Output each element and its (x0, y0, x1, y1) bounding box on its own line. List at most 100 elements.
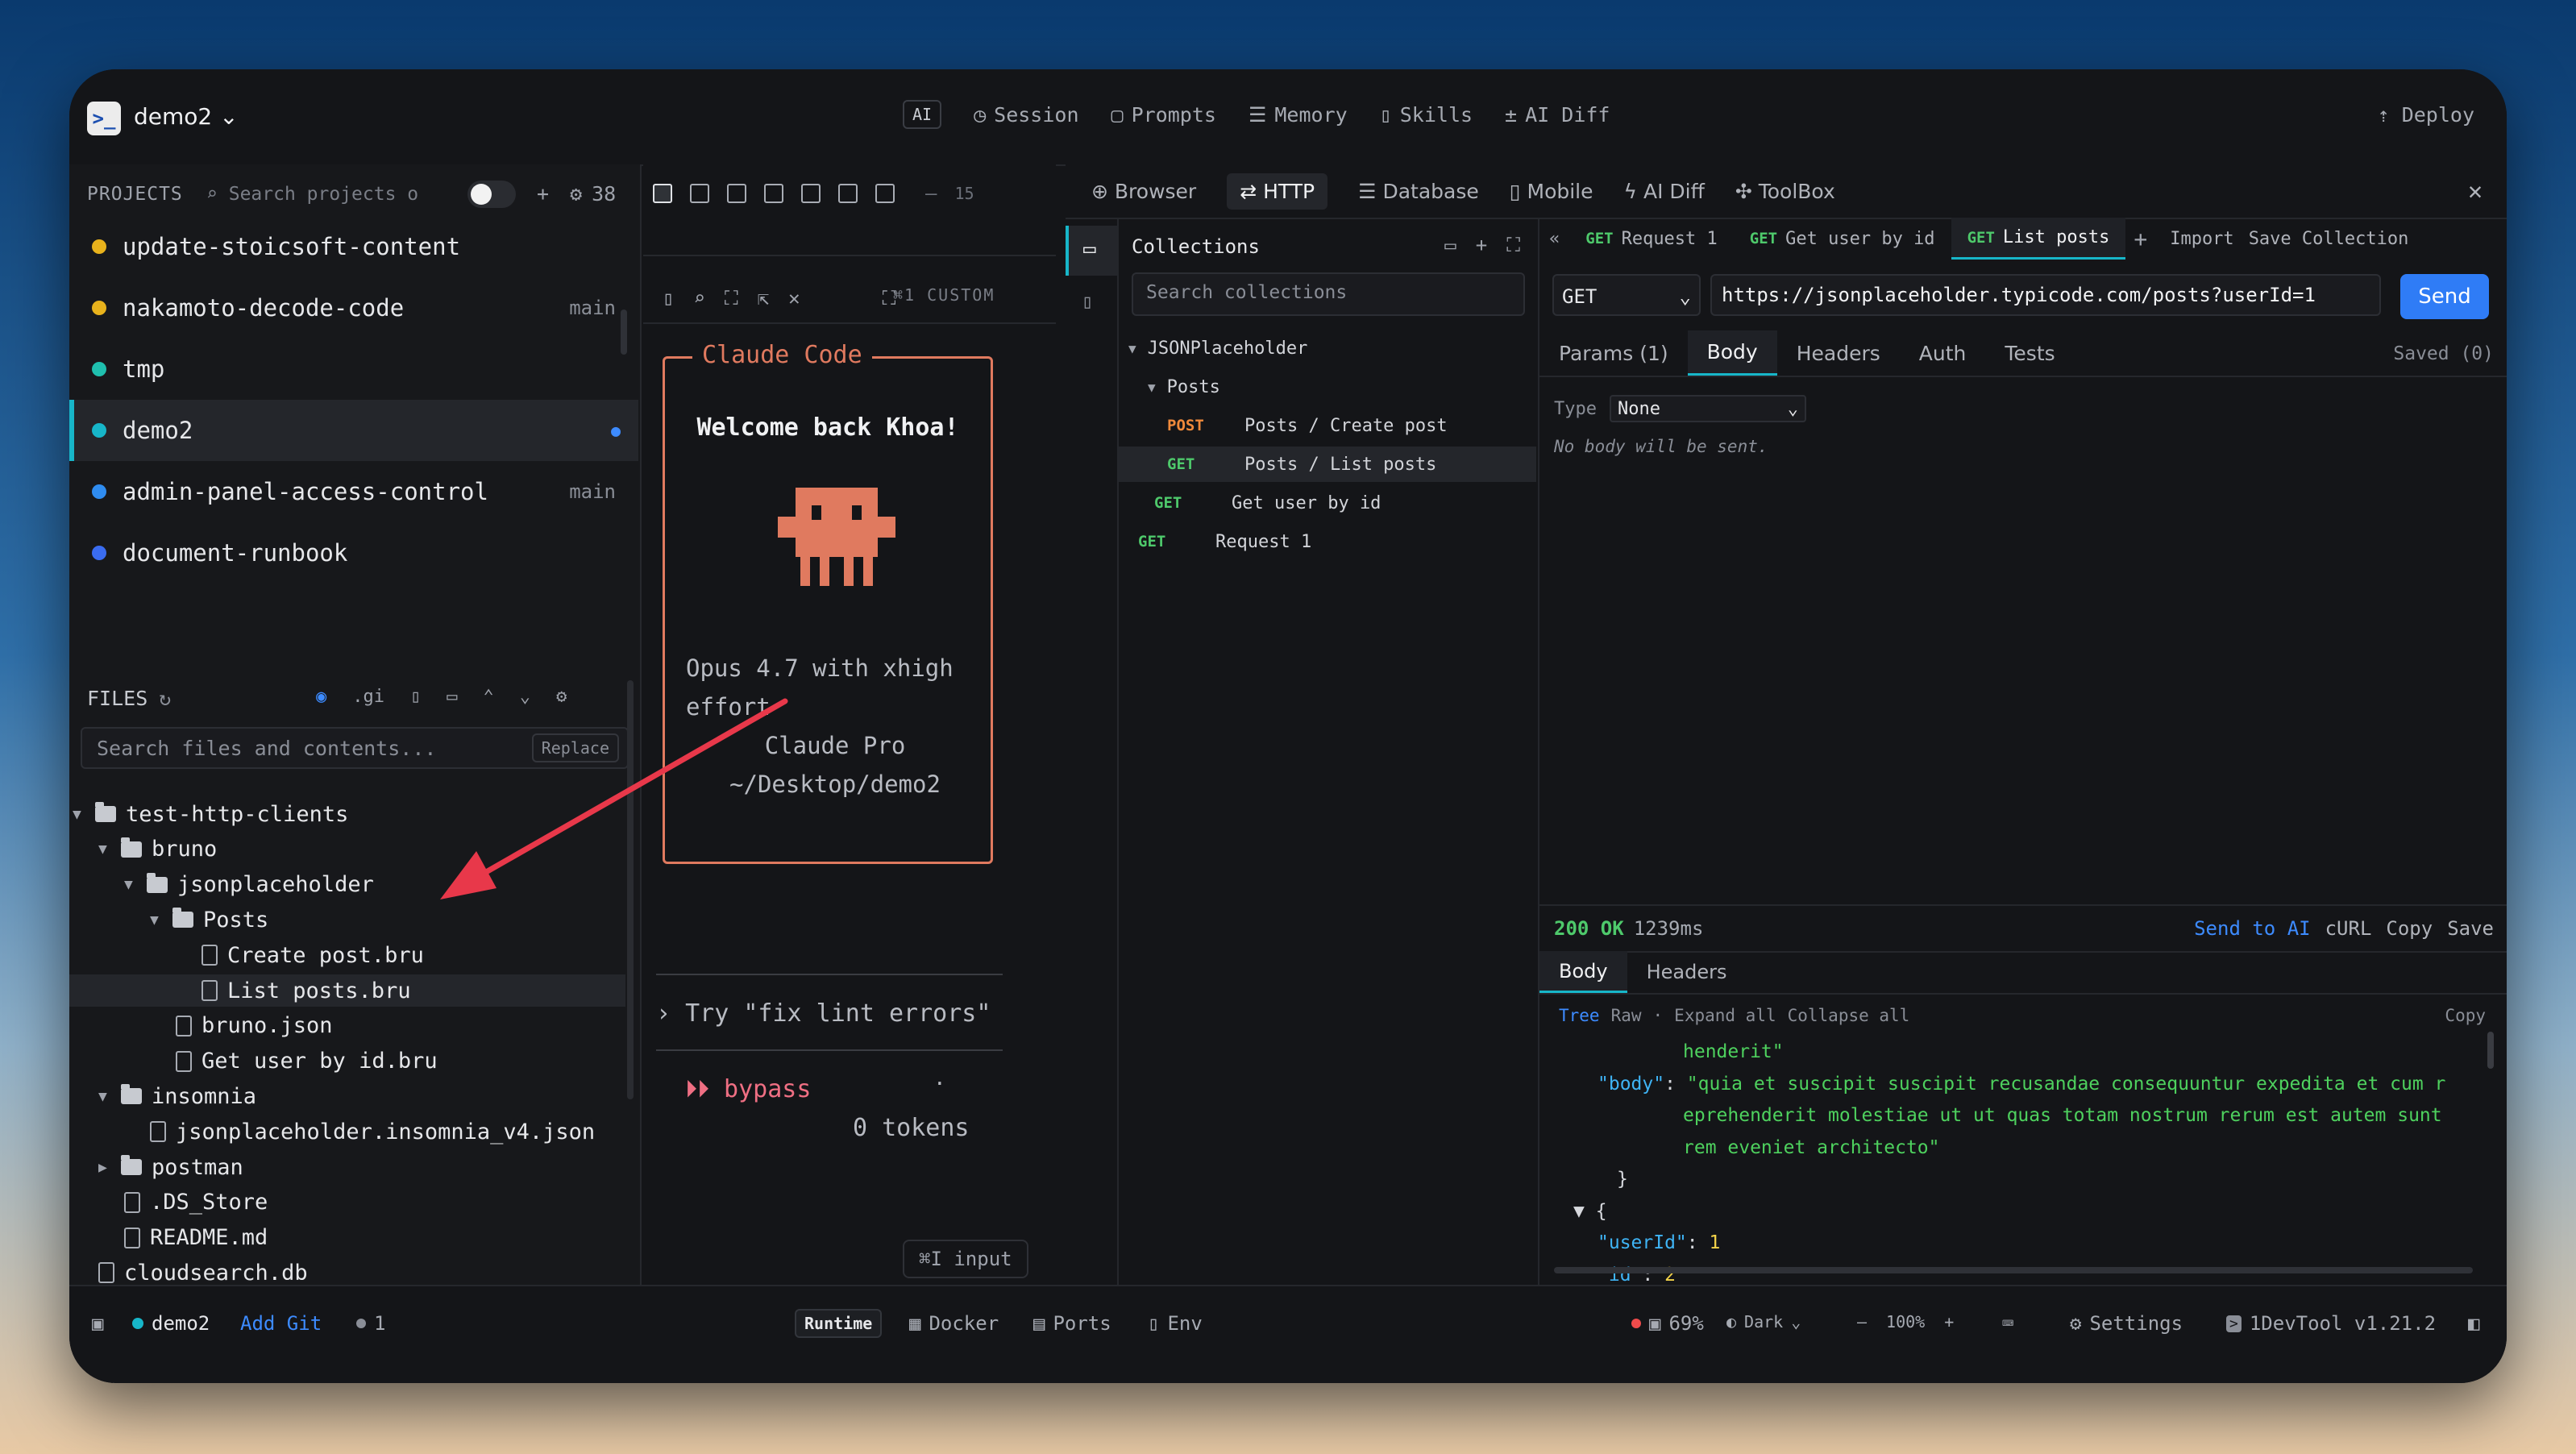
collection-request[interactable]: GET Request 1 (1119, 524, 1536, 559)
popout-icon[interactable]: ⇱ (758, 287, 769, 309)
tree-folder[interactable]: ▼ Posts (69, 904, 625, 936)
tab-toolbox[interactable]: ✣ ToolBox (1735, 180, 1835, 203)
collection-folder[interactable]: ▼ Posts (1119, 369, 1536, 405)
tree-file[interactable]: jsonplaceholder.insomnia_v4.json (69, 1115, 625, 1148)
sidebar-toggle-icon[interactable]: ▣ (92, 1312, 103, 1335)
tab-ai-diff[interactable]: ϟ AI Diff (1624, 180, 1705, 203)
refresh-icon[interactable]: ↻ (159, 687, 171, 710)
tab-body[interactable]: Body (1687, 330, 1777, 376)
grid-layout-icon[interactable] (653, 184, 672, 203)
trash-icon[interactable]: ▯ (663, 287, 674, 309)
project-search-input[interactable]: ⌕ Search projects o (206, 184, 418, 205)
settings-button[interactable]: ⚙ Settings (2070, 1312, 2183, 1335)
new-file-icon[interactable]: ▯ (410, 687, 421, 707)
collections-search-input[interactable]: Search collections (1132, 272, 1525, 316)
tab-browser[interactable]: ⊕ Browser (1091, 180, 1196, 203)
rows-layout-icon[interactable] (727, 184, 746, 203)
expand-all-button[interactable]: Expand all (1674, 1006, 1776, 1025)
tree-folder[interactable]: ▼ insomnia (69, 1080, 625, 1112)
deploy-button[interactable]: ⇡ Deploy (2378, 103, 2474, 127)
collection-folder[interactable]: ▼ JSONPlaceholder (1119, 330, 1536, 366)
collapse-panel-icon[interactable]: « (1539, 229, 1569, 249)
side-layout-icon[interactable] (875, 184, 895, 203)
collection-request[interactable]: GET Get user by id (1119, 485, 1536, 521)
files-scrollbar[interactable] (627, 680, 634, 1099)
save-collection-button[interactable]: Save Collection (2249, 229, 2409, 249)
project-switcher[interactable]: demo2 ⌄ (134, 103, 239, 130)
search-icon[interactable]: ⌕ (693, 287, 704, 309)
project-item[interactable]: document-runbook (69, 522, 634, 584)
tab-response-body[interactable]: Body (1539, 951, 1627, 993)
columns-layout-icon[interactable] (690, 184, 709, 203)
project-item[interactable]: demo2 ● (69, 400, 638, 461)
copy-button[interactable]: Copy (2386, 917, 2433, 940)
ai-badge[interactable]: AI (903, 100, 942, 129)
tab-auth[interactable]: Auth (1900, 330, 1986, 376)
tree-file[interactable]: bruno.json (69, 1010, 625, 1042)
send-to-ai-button[interactable]: Send to AI (2194, 917, 2311, 940)
project-item[interactable]: update-stoicsoft-content (69, 216, 634, 277)
url-input[interactable]: https://jsonplaceholder.typicode.com/pos… (1710, 274, 2381, 316)
gitignore-toggle[interactable]: .gi (352, 687, 384, 707)
tree-file[interactable]: Get user by id.bru (69, 1045, 625, 1078)
tab-mobile[interactable]: ▯ Mobile (1510, 180, 1593, 203)
tab-tests[interactable]: Tests (1985, 330, 2074, 376)
nav-prompts[interactable]: ▢ Prompts (1111, 103, 1216, 127)
add-tab-icon[interactable]: + (2125, 226, 2155, 252)
tree-folder[interactable]: ▼ test-http-clients (69, 798, 625, 830)
tree-view-button[interactable]: Tree (1559, 1006, 1600, 1025)
method-select[interactable]: GET ⌄ (1552, 274, 1701, 316)
input-button[interactable]: ⌘I input (903, 1240, 1028, 1278)
import-button[interactable]: Import (2155, 229, 2248, 249)
save-button[interactable]: Save (2447, 917, 2494, 940)
zoom-out-icon[interactable]: – (925, 182, 937, 205)
theme-select[interactable]: ◐ Dark ⌄ (1726, 1312, 1801, 1331)
history-icon[interactable]: ▯ (1082, 290, 1093, 313)
tree-file[interactable]: Create post.bru (69, 939, 625, 971)
request-tab[interactable]: GET Request 1 (1569, 218, 1734, 260)
raw-view-button[interactable]: Raw (1611, 1006, 1642, 1025)
projects-scrollbar[interactable] (621, 309, 627, 355)
request-tab-active[interactable]: GET List posts (1951, 218, 2126, 260)
request-tab[interactable]: GET Get user by id (1734, 218, 1951, 260)
single-layout-icon[interactable] (764, 184, 783, 203)
tab-http[interactable]: ⇄ HTTP (1227, 172, 1328, 210)
expand-icon[interactable]: ⛶ (1506, 234, 1520, 256)
tab-headers[interactable]: Headers (1777, 330, 1900, 376)
close-icon[interactable]: ✕ (788, 287, 800, 309)
zoom-control[interactable]: –100% + (1857, 1312, 1954, 1331)
fullscreen-icon[interactable]: ⛶ (725, 287, 738, 309)
status-project[interactable]: demo2 (132, 1312, 210, 1335)
send-button[interactable]: Send (2400, 274, 2489, 319)
json-scrollbar[interactable] (2487, 1032, 2494, 1069)
ports-button[interactable]: ▤ Ports (1033, 1312, 1111, 1335)
add-project-icon[interactable]: + (537, 182, 549, 206)
close-tool-icon[interactable]: ✕ (2468, 177, 2483, 206)
settings-icon[interactable]: ⚙ (556, 687, 567, 707)
env-button[interactable]: ▯ Env (1148, 1312, 1203, 1335)
project-item[interactable]: admin-panel-access-control main (69, 461, 634, 522)
project-filter-toggle[interactable] (467, 181, 516, 208)
new-folder-icon[interactable]: ▭ (1444, 234, 1456, 256)
tab-database[interactable]: ☰ Database (1358, 180, 1479, 203)
panel-toggle-icon[interactable]: ◧ (2468, 1312, 2479, 1335)
add-git-button[interactable]: Add Git (240, 1312, 322, 1335)
tab-response-headers[interactable]: Headers (1627, 951, 1747, 993)
nav-skills[interactable]: ▯ Skills (1380, 103, 1473, 127)
json-hscrollbar[interactable] (1554, 1267, 2473, 1273)
terminal-prompt[interactable]: › Try "fix lint errors" (656, 999, 991, 1028)
tree-folder[interactable]: ▼ jsonplaceholder (69, 869, 625, 901)
runtime-button[interactable]: Runtime (795, 1309, 883, 1338)
replace-button[interactable]: Replace (531, 733, 619, 762)
eye-icon[interactable]: ◉ (316, 687, 326, 707)
collection-request[interactable]: GET Posts / List posts (1119, 447, 1536, 482)
tree-folder[interactable]: ▶ postman (69, 1151, 625, 1183)
collection-request[interactable]: POST Posts / Create post (1119, 408, 1536, 443)
zoom-in-icon[interactable]: + (1944, 1312, 1954, 1331)
project-item[interactable]: tmp (69, 339, 634, 400)
new-folder-icon[interactable]: ▭ (447, 687, 457, 707)
body-type-select[interactable]: None ⌄ (1609, 395, 1806, 422)
tree-file[interactable]: README.md (69, 1222, 625, 1254)
tree-folder[interactable]: ▼ bruno (69, 833, 625, 866)
docker-button[interactable]: ▦ Docker (909, 1312, 999, 1335)
